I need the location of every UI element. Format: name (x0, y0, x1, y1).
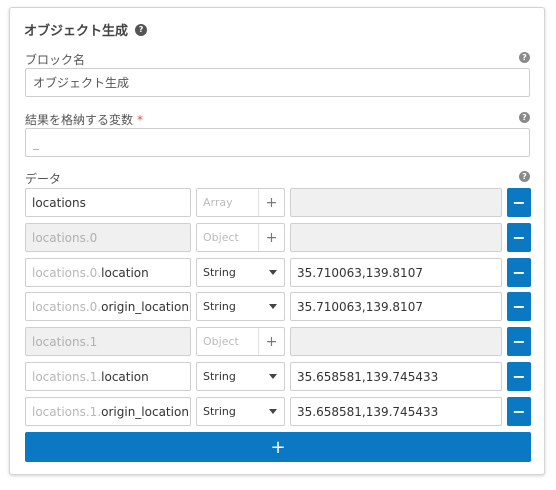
result-variable-label-text: 結果を格納する変数 (25, 113, 134, 127)
data-row: locations.1 Object + − (25, 327, 531, 356)
help-icon[interactable]: ? (135, 23, 148, 36)
data-section-label: データ (25, 172, 62, 186)
key-prefix: locations.1. (32, 369, 102, 384)
remove-row-button[interactable]: − (507, 292, 531, 321)
type-text: String (203, 266, 236, 279)
key-prefix: locations.0. (32, 265, 102, 280)
value-input (290, 223, 502, 252)
key-text: location (101, 369, 149, 384)
data-row: locations.1. origin_location String 35.65… (25, 397, 531, 426)
type-text: Object (203, 231, 239, 244)
chevron-down-icon (269, 409, 277, 414)
remove-row-button[interactable]: − (507, 258, 531, 287)
type-text: Object (203, 335, 239, 348)
block-name-input[interactable]: オブジェクト生成 (25, 68, 530, 97)
type-text: Array (203, 196, 233, 209)
value-input[interactable]: 35.710063,139.8107 (290, 292, 502, 321)
remove-row-button[interactable]: − (507, 188, 531, 217)
add-child-button[interactable]: + (258, 224, 284, 251)
key-input[interactable]: locations (25, 188, 191, 217)
key-input[interactable]: locations.0. origin_location (25, 292, 191, 321)
result-variable-help-icon[interactable]: ? (519, 112, 530, 123)
add-child-button[interactable]: + (258, 189, 284, 216)
remove-row-button[interactable]: − (507, 223, 531, 252)
type-select[interactable]: String (196, 292, 285, 321)
remove-row-button[interactable]: − (507, 397, 531, 426)
chevron-down-icon (269, 270, 277, 275)
panel-title: オブジェクト生成 ? (24, 20, 148, 39)
value-input[interactable]: 35.658581,139.745433 (290, 397, 502, 426)
object-creation-panel: オブジェクト生成 ? ブロック名 ? オブジェクト生成 結果を格納する変数 * ?… (9, 7, 545, 475)
chevron-down-icon (269, 374, 277, 379)
remove-row-button[interactable]: − (507, 362, 531, 391)
add-child-button[interactable]: + (258, 328, 284, 355)
key-input[interactable]: locations.1. origin_location (25, 397, 191, 426)
block-name-label: ブロック名 (25, 53, 86, 67)
type-text: String (203, 300, 236, 313)
type-select[interactable]: String (196, 362, 285, 391)
type-field: Object + (196, 327, 285, 356)
data-row: locations.0 Object + − (25, 223, 531, 252)
key-input[interactable]: locations.1. location (25, 362, 191, 391)
data-row: locations.0. location String 35.710063,13… (25, 258, 531, 287)
type-text: String (203, 405, 236, 418)
required-mark: * (137, 113, 144, 127)
key-text: origin_location (101, 299, 189, 314)
chevron-down-icon (269, 304, 277, 309)
key-text: locations (32, 195, 86, 210)
key-input: locations.0 (25, 223, 191, 252)
value-input (290, 327, 502, 356)
key-prefix: locations.1. (32, 404, 102, 419)
data-section-help-icon[interactable]: ? (519, 171, 530, 182)
key-text: locations.0 (32, 230, 98, 245)
type-field: Array + (196, 188, 285, 217)
type-text: String (203, 370, 236, 383)
type-field: Object + (196, 223, 285, 252)
type-select[interactable]: String (196, 397, 285, 426)
result-variable-input[interactable]: _ (25, 128, 530, 157)
panel-title-text: オブジェクト生成 (24, 24, 129, 39)
add-row-button[interactable]: + (25, 432, 531, 462)
value-input[interactable]: 35.710063,139.8107 (290, 258, 502, 287)
data-row: locations.0. origin_location String 35.71… (25, 292, 531, 321)
data-row: locations.1. location String 35.658581,13… (25, 362, 531, 391)
block-name-help-icon[interactable]: ? (519, 52, 530, 63)
key-input: locations.1 (25, 327, 191, 356)
type-select[interactable]: String (196, 258, 285, 287)
key-text: location (101, 265, 149, 280)
key-text: locations.1 (32, 334, 98, 349)
result-variable-label: 結果を格納する変数 * (25, 111, 143, 128)
key-prefix: locations.0. (32, 299, 102, 314)
remove-row-button[interactable]: − (507, 327, 531, 356)
key-input[interactable]: locations.0. location (25, 258, 191, 287)
key-text: origin_location (101, 404, 189, 419)
value-input[interactable]: 35.658581,139.745433 (290, 362, 502, 391)
data-row: locations Array + − (25, 188, 531, 217)
value-input (290, 188, 502, 217)
